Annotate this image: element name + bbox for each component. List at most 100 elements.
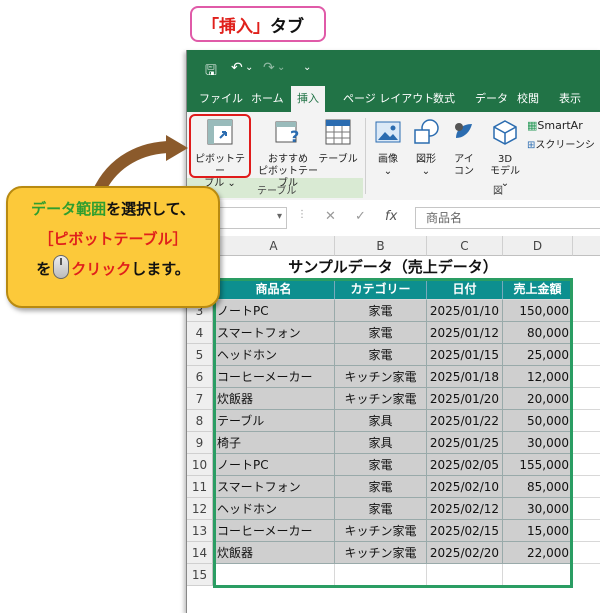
empty-cell[interactable]	[335, 564, 427, 586]
table-cell[interactable]: テーブル	[213, 410, 335, 432]
table-cell[interactable]: 家電	[335, 344, 427, 366]
tab-home[interactable]: ホーム	[251, 86, 284, 112]
table-cell[interactable]: 2025/01/15	[427, 344, 503, 366]
tab-page-layout[interactable]: ページ レイアウト	[343, 86, 434, 112]
table-cell[interactable]: コーヒーメーカー	[213, 366, 335, 388]
table-cell[interactable]: 20,000	[503, 388, 573, 410]
table-cell[interactable]: スマートフォン	[213, 322, 335, 344]
table-cell[interactable]: 家電	[335, 454, 427, 476]
empty-cell[interactable]	[573, 388, 600, 410]
empty-cell[interactable]	[573, 300, 600, 322]
table-cell[interactable]: 15,000	[503, 520, 573, 542]
enter-icon[interactable]: ✓	[355, 209, 366, 224]
formula-input[interactable]: 商品名	[415, 207, 600, 229]
row-header[interactable]: 12	[187, 498, 213, 520]
table-cell[interactable]: 2025/01/25	[427, 432, 503, 454]
table-cell[interactable]: 2025/01/18	[427, 366, 503, 388]
table-cell[interactable]: 85,000	[503, 476, 573, 498]
row-header[interactable]: 10	[187, 454, 213, 476]
table-cell[interactable]: 2025/01/10	[427, 300, 503, 322]
column-header-a[interactable]: A	[213, 236, 335, 256]
empty-cell[interactable]	[213, 564, 335, 586]
redo-icon[interactable]: ↷	[263, 60, 275, 76]
table-cell[interactable]: 2025/01/20	[427, 388, 503, 410]
empty-cell[interactable]	[573, 542, 600, 564]
table-button[interactable]: テーブル	[315, 118, 361, 166]
table-cell[interactable]: ノートPC	[213, 454, 335, 476]
row-header[interactable]: 11	[187, 476, 213, 498]
row-header[interactable]: 7	[187, 388, 213, 410]
empty-cell[interactable]	[573, 344, 600, 366]
table-cell[interactable]: 22,000	[503, 542, 573, 564]
table-cell[interactable]: 80,000	[503, 322, 573, 344]
empty-cell[interactable]	[503, 564, 573, 586]
table-header-cell[interactable]: カテゴリー	[335, 278, 427, 300]
row-header[interactable]: 13	[187, 520, 213, 542]
tab-formulas[interactable]: 数式	[433, 86, 455, 112]
table-cell[interactable]: キッチン家電	[335, 542, 427, 564]
table-cell[interactable]: 12,000	[503, 366, 573, 388]
table-cell[interactable]: 30,000	[503, 498, 573, 520]
image-button[interactable]: 画像 ⌄	[371, 118, 405, 178]
empty-cell[interactable]	[573, 366, 600, 388]
table-cell[interactable]: 椅子	[213, 432, 335, 454]
smartart-button[interactable]: ▦SmartAr	[527, 120, 600, 132]
empty-cell[interactable]	[573, 520, 600, 542]
table-cell[interactable]: ヘッドホン	[213, 344, 335, 366]
table-cell[interactable]: ノートPC	[213, 300, 335, 322]
tab-review[interactable]: 校閲	[517, 86, 539, 112]
table-header-cell[interactable]: 売上金額	[503, 278, 573, 300]
recommended-pivot-table-button[interactable]: ? おすすめ ピボットテーブル	[257, 118, 319, 190]
table-cell[interactable]: コーヒーメーカー	[213, 520, 335, 542]
undo-icon[interactable]: ↶	[231, 60, 243, 76]
table-cell[interactable]: キッチン家電	[335, 520, 427, 542]
table-cell[interactable]: 家電	[335, 322, 427, 344]
row-header[interactable]: 9	[187, 432, 213, 454]
table-cell[interactable]: 155,000	[503, 454, 573, 476]
table-cell[interactable]: 家電	[335, 476, 427, 498]
screenshot-button[interactable]: ⊞スクリーンシ	[527, 140, 600, 152]
sheet-title[interactable]: サンプルデータ（売上データ）	[213, 256, 573, 278]
table-cell[interactable]: 2025/01/22	[427, 410, 503, 432]
column-header-b[interactable]: B	[335, 236, 427, 256]
tab-view[interactable]: 表示	[559, 86, 581, 112]
table-cell[interactable]: 2025/02/10	[427, 476, 503, 498]
column-header-e[interactable]	[573, 236, 600, 256]
row-header[interactable]: 5	[187, 344, 213, 366]
table-cell[interactable]: 家具	[335, 410, 427, 432]
table-cell[interactable]: 2025/02/15	[427, 520, 503, 542]
empty-cell[interactable]	[573, 432, 600, 454]
table-cell[interactable]: 2025/02/12	[427, 498, 503, 520]
row-header[interactable]: 4	[187, 322, 213, 344]
table-cell[interactable]: ヘッドホン	[213, 498, 335, 520]
table-cell[interactable]: 2025/02/20	[427, 542, 503, 564]
icons-button[interactable]: アイ コン	[447, 118, 481, 178]
table-cell[interactable]: キッチン家電	[335, 388, 427, 410]
tab-insert[interactable]: 挿入	[291, 86, 325, 112]
customize-toolbar-icon[interactable]: ⌄	[303, 62, 311, 73]
row-header[interactable]: 14	[187, 542, 213, 564]
table-header-cell[interactable]: 商品名	[213, 278, 335, 300]
name-box-dropdown-icon[interactable]: ▾	[277, 211, 282, 222]
undo-dropdown-icon[interactable]: ⌄	[245, 62, 253, 73]
table-cell[interactable]: 炊飯器	[213, 542, 335, 564]
table-cell[interactable]: スマートフォン	[213, 476, 335, 498]
table-cell[interactable]: 50,000	[503, 410, 573, 432]
cancel-icon[interactable]: ✕	[325, 209, 336, 224]
row-header[interactable]: 6	[187, 366, 213, 388]
shapes-button[interactable]: 図形 ⌄	[409, 118, 443, 178]
tab-file[interactable]: ファイル	[199, 86, 243, 112]
empty-cell[interactable]	[427, 564, 503, 586]
empty-cell[interactable]	[573, 410, 600, 432]
column-header-d[interactable]: D	[503, 236, 573, 256]
column-header-c[interactable]: C	[427, 236, 503, 256]
table-cell[interactable]: 家具	[335, 432, 427, 454]
empty-cell[interactable]	[573, 476, 600, 498]
empty-cell[interactable]	[573, 322, 600, 344]
tab-data[interactable]: データ	[475, 86, 508, 112]
table-header-cell[interactable]: 日付	[427, 278, 503, 300]
3d-models-button[interactable]: 3D モデル ⌄	[485, 118, 525, 190]
table-cell[interactable]: 150,000	[503, 300, 573, 322]
insert-function-icon[interactable]: fx	[385, 209, 397, 224]
table-cell[interactable]: 家電	[335, 498, 427, 520]
